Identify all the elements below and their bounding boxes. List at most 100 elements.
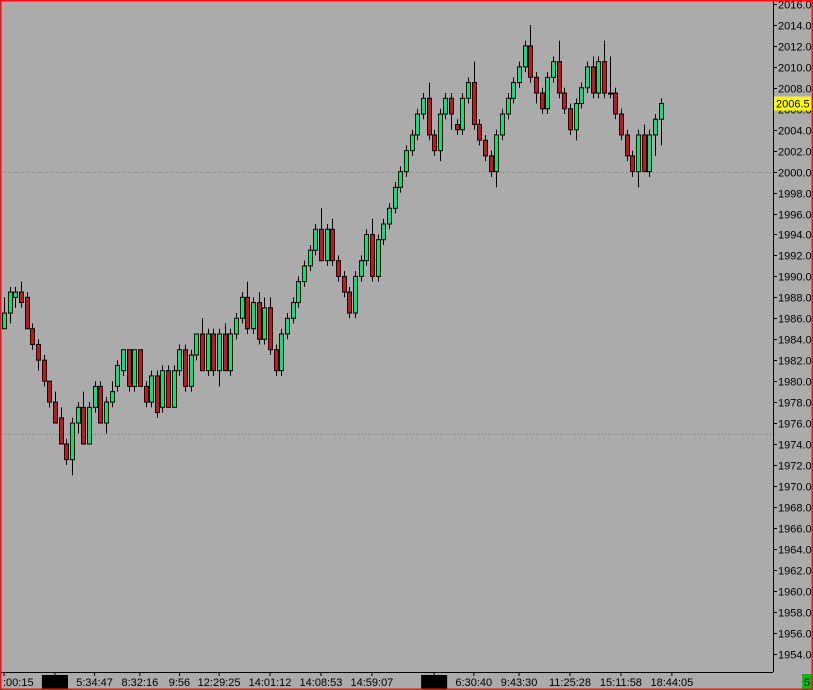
- candle-body-down: [81, 406, 86, 445]
- candle-body-down: [449, 97, 454, 115]
- candle-body-down: [59, 417, 64, 445]
- candle[interactable]: [98, 381, 103, 424]
- candle-body-up: [115, 364, 120, 387]
- time-tick-label: 18:44:05: [650, 677, 693, 689]
- candle[interactable]: [127, 349, 132, 392]
- time-tick-label: 12:29:25: [198, 677, 241, 689]
- candle[interactable]: [545, 72, 550, 114]
- candle-body-up: [121, 349, 126, 372]
- candle[interactable]: [132, 349, 137, 392]
- candle[interactable]: [25, 292, 30, 330]
- candle[interactable]: [376, 234, 381, 282]
- candle-body-down: [36, 343, 41, 361]
- price-tick-label: 1996.0: [778, 210, 812, 222]
- time-tick-label: 14:08:53: [300, 677, 343, 689]
- price-tick-label: 1962.0: [778, 566, 812, 578]
- candle-body-up: [551, 61, 556, 78]
- candle-body-up: [494, 134, 499, 173]
- candle-body-up: [2, 312, 7, 330]
- candle[interactable]: [183, 344, 188, 392]
- candle-body-down: [625, 134, 630, 157]
- candle[interactable]: [596, 56, 601, 99]
- price-tick-label: 1982.0: [778, 356, 812, 368]
- time-tick-label: 9:43:30: [501, 677, 538, 689]
- candle-body-up: [421, 97, 426, 115]
- candle-body-down: [534, 76, 539, 94]
- candle[interactable]: [160, 365, 165, 413]
- date-marker-label: 10-8: [44, 677, 66, 689]
- candle-body-up: [228, 333, 233, 372]
- candle-body-up: [302, 265, 307, 283]
- candle-body-up: [460, 97, 465, 131]
- candle[interactable]: [325, 224, 330, 266]
- candle-body-up: [217, 333, 222, 372]
- candle-body-down: [257, 302, 262, 340]
- candle-body-up: [517, 66, 522, 84]
- candle-body-up: [8, 291, 13, 314]
- candle[interactable]: [87, 402, 92, 445]
- candle[interactable]: [228, 328, 233, 376]
- candle-body-down: [30, 328, 35, 345]
- candle-body-down: [562, 92, 567, 110]
- candle-body-up: [443, 97, 448, 115]
- candle-body-down: [427, 97, 432, 136]
- candle-body-up: [177, 349, 182, 372]
- candle-body-down: [336, 260, 341, 277]
- candle[interactable]: [149, 370, 154, 408]
- time-tick-label: 14:59:07: [350, 677, 393, 689]
- candle[interactable]: [211, 328, 216, 376]
- candle-body-down: [155, 375, 160, 414]
- candle-body-down: [64, 443, 69, 461]
- candle-body-down: [98, 385, 103, 424]
- candle[interactable]: [206, 328, 211, 376]
- candle-body-down: [166, 370, 171, 408]
- candle-body-up: [585, 66, 590, 89]
- candle-body-down: [557, 61, 562, 94]
- candle[interactable]: [251, 297, 256, 334]
- candle-body-up: [76, 406, 81, 424]
- candle-body-up: [279, 333, 284, 372]
- candle-body-up: [608, 92, 613, 95]
- candle-body-down: [489, 155, 494, 173]
- candle-body-down: [455, 123, 460, 131]
- candle[interactable]: [353, 271, 358, 319]
- candle[interactable]: [138, 349, 143, 387]
- candle-body-down: [200, 333, 205, 372]
- candle-body-down: [223, 333, 228, 372]
- candle-body-up: [194, 333, 199, 356]
- price-tick-label: 1984.0: [778, 335, 812, 347]
- candle-body-up: [206, 333, 211, 372]
- candle-body-up: [262, 307, 267, 340]
- price-tick-label: 2002.0: [778, 147, 812, 159]
- price-tick-label: 2014.0: [778, 21, 812, 33]
- candle-body-up: [364, 233, 369, 262]
- candle[interactable]: [189, 349, 194, 392]
- corner-badge-label: 5: [804, 677, 810, 689]
- candle[interactable]: [364, 229, 369, 266]
- price-tick-label: 2012.0: [778, 42, 812, 54]
- candle[interactable]: [647, 129, 652, 177]
- candle[interactable]: [155, 370, 160, 418]
- candle-body-down: [540, 92, 545, 110]
- price-tick-label: 2008.0: [778, 84, 812, 96]
- candle-body-up: [500, 113, 505, 136]
- price-tick-label: 1978.0: [778, 398, 812, 410]
- candle-body-down: [19, 291, 24, 304]
- candle-body-down: [183, 349, 188, 387]
- candle-body-up: [93, 385, 98, 408]
- candle[interactable]: [279, 328, 284, 376]
- candlestick-chart[interactable]: 1954.0 1956.0 1958.0 1960.0 1962.0 1964.0 1966…: [0, 0, 813, 690]
- candle[interactable]: [460, 93, 465, 135]
- candle[interactable]: [172, 365, 177, 408]
- candle-body-up: [381, 223, 386, 241]
- candle[interactable]: [166, 365, 171, 408]
- candle-body-up: [579, 87, 584, 105]
- candle-body-up: [285, 317, 290, 335]
- candle-body-down: [274, 349, 279, 372]
- candle-body-down: [472, 82, 477, 125]
- candle-body-up: [313, 228, 318, 251]
- candle-body-up: [149, 375, 154, 403]
- candle-body-down: [477, 123, 482, 141]
- candle-body-up: [172, 370, 177, 408]
- candle-body-up: [596, 61, 601, 94]
